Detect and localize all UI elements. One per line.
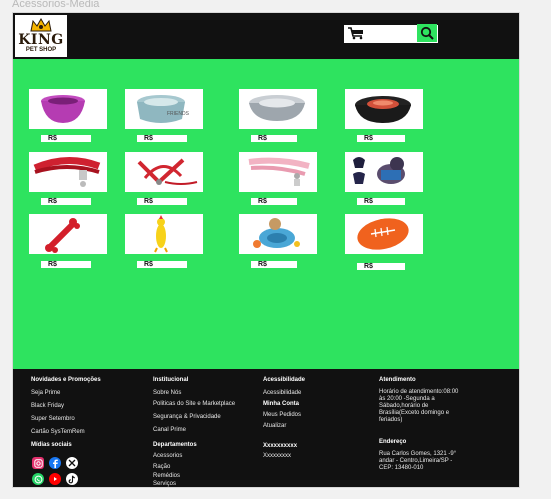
header: KING PET SHOP [13, 13, 519, 59]
youtube-icon[interactable] [49, 473, 61, 485]
product-price: R$ [251, 135, 297, 142]
footer-link[interactable]: Meus Pedidos [263, 412, 301, 418]
product-price: R$ [137, 135, 187, 142]
product-price: R$ [357, 198, 405, 205]
page-frame: KING PET SHOP R$ FRIENDS R$ R$ R$ R$ R$ … [12, 12, 520, 488]
product-price: R$ [41, 261, 91, 268]
footer-link[interactable]: Serviços [153, 481, 176, 487]
crown-icon [30, 17, 52, 32]
frame-title: Acessorios-Media [12, 0, 100, 10]
address: Rua Carlos Gomes, 1321 -9° andar - Centr… [379, 451, 457, 471]
logo[interactable]: KING PET SHOP [15, 15, 67, 57]
cart-icon[interactable] [347, 27, 365, 40]
product-image[interactable] [345, 89, 423, 129]
footer-link[interactable]: Acessibilidade [263, 390, 301, 396]
opening-hours: Horário de atendimento:08:00 às 20:00 -S… [379, 389, 459, 423]
product-image[interactable] [29, 89, 107, 129]
footer-heading: Mídias sociais [31, 442, 72, 448]
search-icon [420, 26, 434, 40]
footer-link[interactable]: Seja Prime [31, 390, 60, 396]
logo-text: KING [18, 32, 64, 48]
product-image[interactable] [239, 214, 317, 254]
footer-link[interactable]: Segurança & Privacidade [153, 414, 221, 420]
footer-heading: Xxxxxxxxxx [263, 443, 298, 449]
svg-text:FRIENDS: FRIENDS [167, 111, 190, 117]
search-button[interactable] [417, 24, 437, 42]
product-image[interactable]: FRIENDS [125, 89, 203, 129]
product-price: R$ [41, 135, 91, 142]
footer-link[interactable]: Xxxxxxxxx [263, 453, 291, 459]
product-price: R$ [357, 135, 405, 142]
footer-link[interactable]: Atualizar [263, 423, 286, 429]
footer-heading: Acessibilidade [263, 377, 306, 383]
tiktok-icon[interactable] [66, 473, 78, 485]
product-image[interactable] [29, 152, 107, 192]
product-price: R$ [251, 198, 297, 205]
footer-heading: Minha Conta [263, 401, 299, 407]
product-image[interactable] [345, 214, 423, 254]
footer: Novidades e Promoções Seja Prime Black F… [13, 369, 519, 487]
footer-link[interactable]: Black Friday [31, 403, 64, 409]
footer-link[interactable]: Ração [153, 464, 170, 470]
product-price: R$ [137, 261, 187, 268]
footer-link[interactable]: Remédios [153, 473, 180, 479]
footer-heading: Institucional [153, 377, 189, 383]
footer-link[interactable]: Canal Prime [153, 427, 186, 433]
product-image[interactable] [239, 152, 317, 192]
whatsapp-icon[interactable] [32, 473, 44, 485]
product-price: R$ [251, 261, 297, 268]
logo-subtext: PET SHOP [25, 47, 57, 53]
product-image[interactable] [125, 214, 203, 254]
footer-heading: Atendimento [379, 377, 416, 383]
product-price: R$ [137, 198, 187, 205]
footer-heading: Endereço [379, 439, 407, 445]
product-price: R$ [41, 198, 91, 205]
product-image[interactable] [345, 152, 423, 192]
footer-link[interactable]: Super Setembro [31, 416, 75, 422]
instagram-icon[interactable] [32, 457, 44, 469]
footer-link[interactable]: Sobre Nós [153, 390, 181, 396]
footer-link[interactable]: Politicas do Site e Marketplace [153, 401, 235, 407]
footer-link[interactable]: Acessorios [153, 453, 182, 459]
product-image[interactable] [125, 152, 203, 192]
x-icon[interactable] [66, 457, 78, 469]
footer-heading: Novidades e Promoções [31, 377, 101, 383]
product-price: R$ [357, 263, 405, 270]
footer-heading: Departamentos [153, 442, 197, 448]
product-image[interactable] [239, 89, 317, 129]
product-image[interactable] [29, 214, 107, 254]
footer-link[interactable]: Cartão SysTemRem [31, 429, 85, 435]
facebook-icon[interactable] [49, 457, 61, 469]
